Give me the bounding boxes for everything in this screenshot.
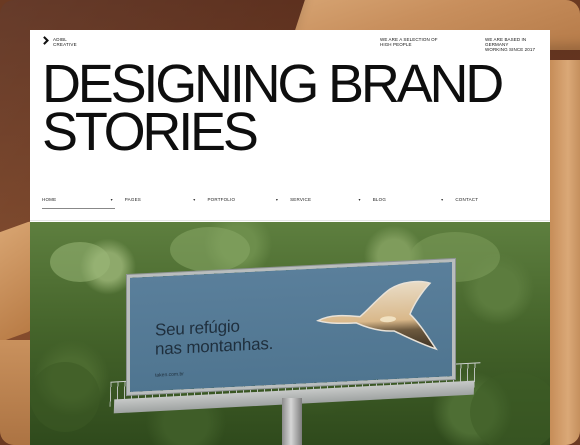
nav-item-home[interactable]: HOME ▾ bbox=[42, 195, 115, 209]
nav-divider bbox=[30, 220, 550, 221]
hero-headline: DESIGNING BRAND STORIES bbox=[42, 54, 504, 162]
nav-item-blog[interactable]: BLOG ▾ bbox=[373, 195, 456, 208]
billboard-url: taken.com.br bbox=[155, 371, 184, 379]
nav-item-contact[interactable]: CONTACT bbox=[455, 195, 538, 208]
main-nav: HOME ▾ PAGES ▾ PORTFOLIO ▾ SERVICE ▾ BLO… bbox=[42, 195, 538, 209]
chevron-down-icon: ▾ bbox=[110, 197, 113, 202]
nav-item-pages[interactable]: PAGES ▾ bbox=[125, 195, 208, 208]
logo-text: ADIBL CREATIVE bbox=[53, 37, 77, 48]
foliage-decoration bbox=[50, 242, 110, 282]
foliage-decoration bbox=[30, 362, 100, 432]
foliage-decoration bbox=[170, 227, 250, 272]
chevron-down-icon: ▾ bbox=[441, 197, 444, 202]
nav-item-service[interactable]: SERVICE ▾ bbox=[290, 195, 373, 208]
foliage-decoration bbox=[470, 372, 550, 445]
chevron-down-icon: ▾ bbox=[275, 197, 279, 202]
logo-mark-icon bbox=[43, 38, 49, 44]
bird-shape-photo-icon bbox=[316, 280, 438, 351]
logo[interactable]: ADIBL CREATIVE bbox=[43, 37, 77, 47]
billboard: Seu refúgio nas montanhas. taken.com.br bbox=[130, 262, 452, 392]
wood-block-decoration bbox=[0, 220, 32, 350]
billboard-headline: Seu refúgio nas montanhas. bbox=[155, 316, 274, 359]
billboard-pole bbox=[282, 398, 302, 445]
wood-block-decoration bbox=[548, 60, 580, 445]
chevron-down-icon: ▾ bbox=[193, 197, 196, 202]
tagline-location: WE ARE BASED IN GERMANY WORKING SINCE 20… bbox=[485, 37, 536, 53]
chevron-down-icon: ▾ bbox=[358, 197, 361, 202]
tagline-team: WE ARE A SELECTION OF HIGH PEOPLE bbox=[380, 37, 438, 48]
wood-block-decoration bbox=[0, 340, 30, 445]
nav-item-portfolio[interactable]: PORTFOLIO ▾ bbox=[207, 195, 290, 208]
website-preview: ADIBL CREATIVE WE ARE A SELECTION OF HIG… bbox=[30, 30, 550, 445]
background-frame: ADIBL CREATIVE WE ARE A SELECTION OF HIG… bbox=[0, 0, 580, 445]
